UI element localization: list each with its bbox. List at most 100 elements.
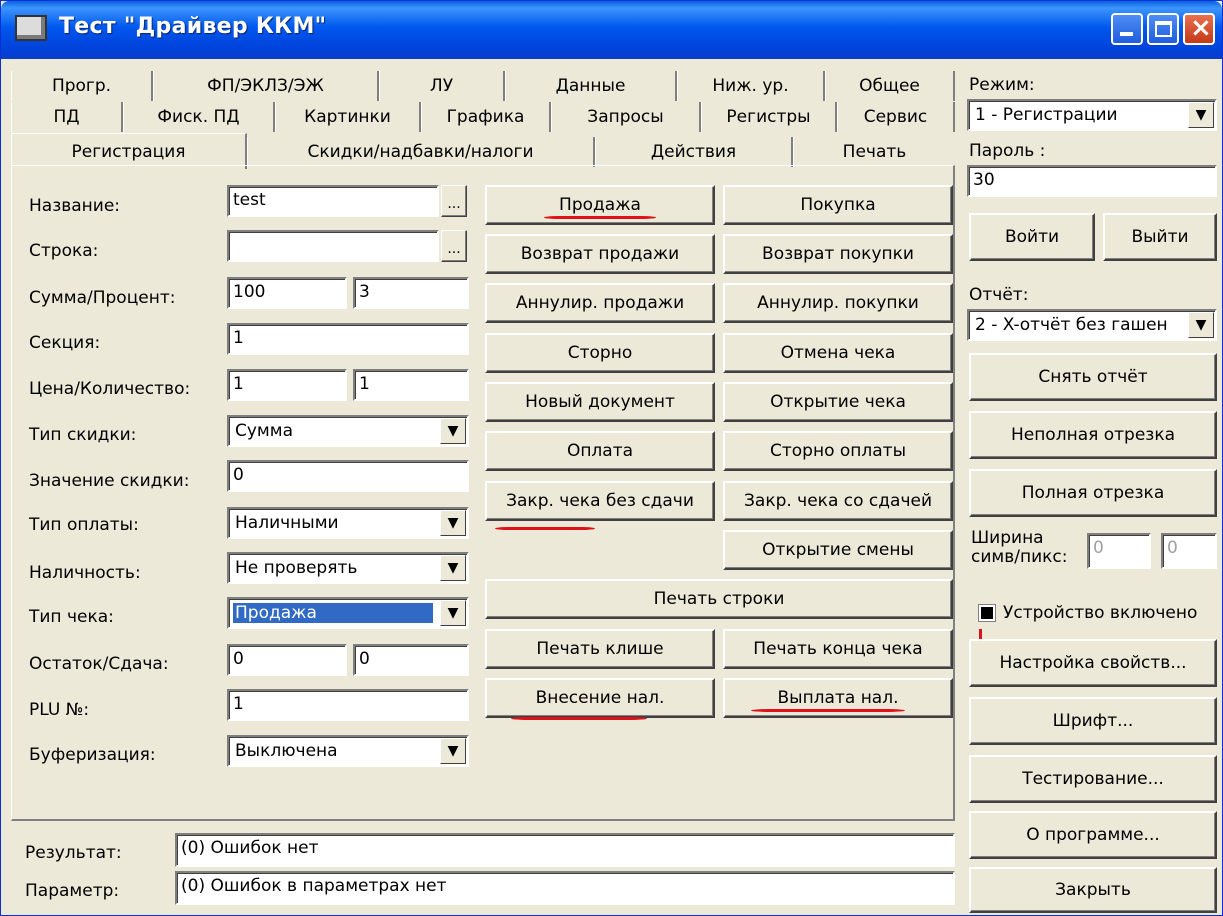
tab-data[interactable]: Данные bbox=[505, 71, 677, 101]
tab-registers[interactable]: Регистры bbox=[701, 102, 837, 132]
annotation-underline bbox=[751, 709, 905, 712]
tab-lu[interactable]: ЛУ bbox=[379, 71, 505, 101]
annul-purchase-button[interactable]: Аннулир. покупки bbox=[723, 283, 953, 323]
cash-check-select[interactable]: Не проверять ▼ bbox=[227, 552, 469, 584]
payment-button[interactable]: Оплата bbox=[485, 431, 715, 471]
name-field[interactable]: test bbox=[227, 185, 439, 217]
width-label: Ширина симв/пикс: bbox=[971, 529, 1067, 567]
tab-queries[interactable]: Запросы bbox=[551, 102, 701, 132]
tab-row-2: ПД Фиск. ПД Картинки Графика Запросы Рег… bbox=[11, 102, 955, 132]
maximize-button[interactable] bbox=[1147, 13, 1179, 45]
take-report-button[interactable]: Снять отчёт bbox=[969, 353, 1217, 401]
tab-actions[interactable]: Действия bbox=[595, 137, 793, 167]
about-button[interactable]: О программе... bbox=[969, 811, 1217, 859]
cash-out-button[interactable]: Выплата нал. bbox=[723, 678, 953, 718]
close-check-no-change-button[interactable]: Закр. чека без сдачи bbox=[485, 481, 715, 521]
annul-sale-button[interactable]: Аннулир. продажи bbox=[485, 283, 715, 323]
name-label: Название: bbox=[29, 196, 121, 216]
name-browse-button[interactable]: ... bbox=[441, 185, 467, 217]
close-window-button[interactable]: × bbox=[1183, 13, 1215, 45]
quantity-field[interactable]: 1 bbox=[353, 369, 469, 401]
print-check-end-button[interactable]: Печать конца чека bbox=[723, 629, 953, 669]
rest-field[interactable]: 0 bbox=[227, 644, 347, 676]
storno-button[interactable]: Сторно bbox=[485, 333, 715, 373]
tab-registration[interactable]: Регистрация bbox=[11, 133, 247, 169]
tab-general[interactable]: Общее bbox=[825, 71, 955, 101]
line-browse-button[interactable]: ... bbox=[441, 230, 467, 262]
line-label: Строка: bbox=[29, 241, 99, 261]
purchase-button[interactable]: Покупка bbox=[723, 185, 953, 225]
tab-progr[interactable]: Прогр. bbox=[11, 71, 153, 101]
tab-service[interactable]: Сервис bbox=[837, 102, 955, 132]
line-field[interactable] bbox=[227, 230, 439, 262]
tab-low-level[interactable]: Ниж. ур. bbox=[677, 71, 825, 101]
partial-cut-button[interactable]: Неполная отрезка bbox=[969, 411, 1217, 459]
section-field[interactable]: 1 bbox=[227, 323, 469, 355]
testing-button[interactable]: Тестирование... bbox=[969, 755, 1217, 803]
buffering-select[interactable]: Выключена ▼ bbox=[227, 735, 469, 767]
width-chars-field[interactable]: 0 bbox=[1087, 533, 1151, 569]
login-button[interactable]: Войти bbox=[969, 213, 1095, 261]
tab-pd[interactable]: ПД bbox=[11, 102, 123, 132]
sum-field[interactable]: 100 bbox=[227, 277, 347, 309]
window-title: Тест "Драйвер ККМ" bbox=[59, 14, 327, 39]
annotation-underline bbox=[495, 527, 595, 530]
tab-discounts[interactable]: Скидки/надбавки/налоги bbox=[247, 137, 595, 167]
tab-graphics[interactable]: Графика bbox=[421, 102, 551, 132]
storno-payment-button[interactable]: Сторно оплаты bbox=[723, 431, 953, 471]
close-button[interactable]: Закрыть bbox=[969, 867, 1217, 913]
discount-type-select[interactable]: Сумма ▼ bbox=[227, 415, 469, 447]
report-label: Отчёт: bbox=[969, 285, 1029, 305]
sum-label: Сумма/Процент: bbox=[29, 288, 176, 308]
cash-in-button[interactable]: Внесение нал. bbox=[485, 678, 715, 718]
tab-fisc-pd[interactable]: Фиск. ПД bbox=[123, 102, 275, 132]
chevron-down-icon[interactable]: ▼ bbox=[440, 510, 466, 536]
percent-field[interactable]: 3 bbox=[353, 277, 469, 309]
plu-field[interactable]: 1 bbox=[227, 689, 469, 721]
price-field[interactable]: 1 bbox=[227, 369, 347, 401]
chevron-down-icon[interactable]: ▼ bbox=[1188, 312, 1214, 338]
tab-fp-eklz[interactable]: ФП/ЭКЛЗ/ЭЖ bbox=[153, 71, 379, 101]
result-label: Результат: bbox=[25, 843, 122, 863]
font-button[interactable]: Шрифт... bbox=[969, 697, 1217, 745]
print-line-button[interactable]: Печать строки bbox=[485, 579, 953, 619]
chevron-down-icon[interactable]: ▼ bbox=[440, 418, 466, 444]
cancel-check-button[interactable]: Отмена чека bbox=[723, 333, 953, 373]
print-cliche-button[interactable]: Печать клише bbox=[485, 629, 715, 669]
chevron-down-icon[interactable]: ▼ bbox=[1188, 102, 1214, 128]
check-type-value: Продажа bbox=[232, 602, 434, 624]
payment-type-select[interactable]: Наличными ▼ bbox=[227, 507, 469, 539]
tab-row-1: Прогр. ФП/ЭКЛЗ/ЭЖ ЛУ Данные Ниж. ур. Общ… bbox=[11, 71, 955, 101]
device-enabled-checkbox[interactable] bbox=[978, 604, 996, 622]
mode-select[interactable]: 1 - Регистрации ▼ bbox=[967, 99, 1217, 131]
tab-print[interactable]: Печать bbox=[793, 137, 955, 167]
discount-value-field[interactable]: 0 bbox=[227, 460, 469, 492]
cash-check-label: Наличность: bbox=[29, 563, 141, 583]
chevron-down-icon[interactable]: ▼ bbox=[440, 600, 466, 626]
password-field[interactable]: 30 bbox=[967, 165, 1217, 197]
price-label: Цена/Количество: bbox=[29, 379, 191, 399]
check-type-select[interactable]: Продажа ▼ bbox=[227, 597, 469, 629]
plu-label: PLU №: bbox=[29, 700, 90, 720]
sale-button[interactable]: Продажа bbox=[485, 185, 715, 225]
close-check-with-change-button[interactable]: Закр. чека со сдачей bbox=[723, 481, 953, 521]
buffering-value: Выключена bbox=[235, 741, 338, 761]
open-check-button[interactable]: Открытие чека bbox=[723, 382, 953, 422]
title-bar[interactable]: Тест "Драйвер ККМ" × bbox=[1, 1, 1222, 59]
chevron-down-icon[interactable]: ▼ bbox=[440, 555, 466, 581]
logout-button[interactable]: Выйти bbox=[1103, 213, 1217, 261]
return-sale-button[interactable]: Возврат продажи bbox=[485, 234, 715, 274]
minimize-button[interactable] bbox=[1111, 13, 1143, 45]
change-field[interactable]: 0 bbox=[353, 644, 469, 676]
full-cut-button[interactable]: Полная отрезка bbox=[969, 469, 1217, 517]
width-pixels-field[interactable]: 0 bbox=[1161, 533, 1217, 569]
tab-pictures[interactable]: Картинки bbox=[275, 102, 421, 132]
payment-type-value: Наличными bbox=[235, 513, 339, 533]
report-select[interactable]: 2 - X-отчёт без гашен ▼ bbox=[967, 309, 1217, 341]
setup-properties-button[interactable]: Настройка свойств... bbox=[969, 639, 1217, 687]
open-shift-button[interactable]: Открытие смены bbox=[723, 530, 953, 570]
rest-label: Остаток/Сдача: bbox=[29, 654, 169, 674]
return-purchase-button[interactable]: Возврат покупки bbox=[723, 234, 953, 274]
chevron-down-icon[interactable]: ▼ bbox=[440, 738, 466, 764]
new-document-button[interactable]: Новый документ bbox=[485, 382, 715, 422]
